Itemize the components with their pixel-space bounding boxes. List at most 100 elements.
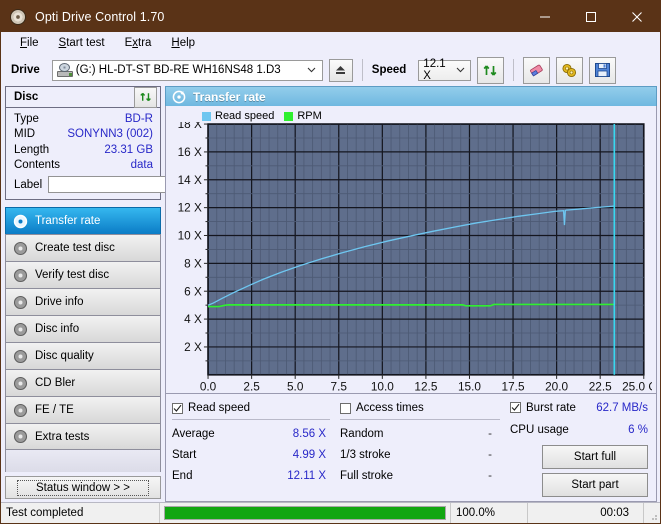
disc-panel-title: Disc <box>14 91 38 103</box>
tools-button[interactable] <box>556 57 583 84</box>
speed-select[interactable]: 12.1 X <box>418 60 471 81</box>
sidebar-item-cd-bler[interactable]: CD Bler <box>5 369 161 396</box>
disc-bler-icon <box>13 376 28 391</box>
status-window-button[interactable]: Status window > > <box>5 476 161 499</box>
refresh-icon <box>482 62 499 79</box>
x-tick-label: 7.5 <box>331 380 348 394</box>
elapsed-time: 00:03 <box>528 503 644 523</box>
window-controls <box>522 1 660 32</box>
burst-rate-label: Burst rate <box>526 402 576 414</box>
burst-rate-checkbox[interactable] <box>510 402 521 413</box>
status-message: Test completed <box>1 503 160 523</box>
main-content: Disc Type BD-R MID SONY <box>1 86 660 502</box>
menu-item-file[interactable]: File <box>11 35 48 51</box>
sidebar-item-transfer-rate[interactable]: Transfer rate <box>5 207 161 234</box>
start-part-button[interactable]: Start part <box>542 473 648 497</box>
refresh-button[interactable] <box>477 57 504 84</box>
close-icon[interactable] <box>614 1 660 32</box>
transfer-rate-header-title: Transfer rate <box>193 90 266 104</box>
access-times-column: Access times Random - 1/3 stroke - Full … <box>340 399 510 497</box>
disc-fete-icon <box>13 403 28 418</box>
stat-third-stroke-value: - <box>488 449 496 461</box>
stat-row-random: Random - <box>340 423 510 444</box>
sidebar-item-verify-test-disc[interactable]: Verify test disc <box>5 261 161 288</box>
legend-label-read-speed: Read speed <box>215 110 274 122</box>
stat-third-stroke-key: 1/3 stroke <box>340 449 391 461</box>
progress-percent: 100.0% <box>451 503 528 523</box>
x-tick-label: 0.0 <box>200 380 217 394</box>
gold-tools-icon <box>560 62 579 79</box>
y-tick-label: 8 X <box>184 256 202 270</box>
x-tick-label: 12.5 <box>414 380 437 394</box>
x-tick-label: 15.0 <box>458 380 481 394</box>
drive-select[interactable]: (G:) HL-DT-ST BD-RE WH16NS48 1.D3 <box>52 60 323 81</box>
refresh-icon <box>139 90 153 104</box>
sidebar-item-create-test-disc[interactable]: Create test disc <box>5 234 161 261</box>
sidebar-item-fe-te[interactable]: FE / TE <box>5 396 161 423</box>
toolbar-divider <box>362 59 363 81</box>
app-window: Opti Drive Control 1.70 File Start test … <box>0 0 661 524</box>
legend-swatch-read-speed <box>202 112 211 121</box>
access-times-divider <box>340 419 500 420</box>
sidebar-item-cd-bler-label: CD Bler <box>35 377 75 389</box>
access-times-label: Access times <box>356 402 424 414</box>
burst-rate-value: 62.7 MB/s <box>596 402 650 414</box>
optical-drive-icon <box>57 63 73 77</box>
x-tick-label: 25.0 GB <box>622 380 652 394</box>
read-speed-checkbox-row[interactable]: Read speed <box>172 399 340 417</box>
disc-row-length-key: Length <box>14 144 49 156</box>
maximize-icon[interactable] <box>568 1 614 32</box>
stat-cpu-usage-value: 6 % <box>628 424 648 436</box>
sidebar-item-extra-tests[interactable]: Extra tests <box>5 423 161 450</box>
save-floppy-icon <box>594 62 611 78</box>
stat-row-cpu-usage: CPU usage 6 % <box>510 420 650 440</box>
stat-row-third-stroke: 1/3 stroke - <box>340 444 510 465</box>
menu-item-extra[interactable]: Extra <box>116 35 161 51</box>
stat-start-key: Start <box>172 449 196 461</box>
sidebar-item-transfer-rate-label: Transfer rate <box>35 215 100 227</box>
stat-row-average: Average 8.56 X <box>172 423 340 444</box>
menu-item-start-test[interactable]: Start test <box>50 35 114 51</box>
sidebar-item-drive-info[interactable]: Drive info <box>5 288 161 315</box>
graph-container: Read speed RPM 2 X4 X6 X8 X10 X12 X14 X1… <box>165 106 657 394</box>
eject-button[interactable] <box>329 59 353 82</box>
start-part-button-label: Start part <box>571 479 618 491</box>
sidebar-item-create-test-disc-label: Create test disc <box>35 242 115 254</box>
x-tick-label: 5.0 <box>287 380 304 394</box>
disc-info-icon <box>13 322 28 337</box>
y-tick-label: 16 X <box>178 145 202 159</box>
stat-full-stroke-value: - <box>488 470 496 482</box>
start-full-button[interactable]: Start full <box>542 445 648 469</box>
y-tick-label: 12 X <box>178 201 202 215</box>
disc-properties: Type BD-R MID SONYNN3 (002) Length 23.31… <box>6 108 160 199</box>
read-speed-checkbox[interactable] <box>172 403 183 414</box>
disc-refresh-button[interactable] <box>134 87 157 108</box>
y-tick-label: 6 X <box>184 284 202 298</box>
disc-extra-icon <box>13 429 28 444</box>
sidebar-item-disc-quality[interactable]: Disc quality <box>5 342 161 369</box>
stat-row-start: Start 4.99 X <box>172 444 340 465</box>
disc-quality-icon <box>13 349 28 364</box>
status-window-button-label: Status window > > <box>17 480 149 496</box>
stat-random-value: - <box>488 428 496 440</box>
progress-fill <box>165 507 445 519</box>
disc-row-type-value: BD-R <box>125 113 153 125</box>
minimize-icon[interactable] <box>522 1 568 32</box>
access-times-checkbox[interactable] <box>340 403 351 414</box>
sidebar-item-disc-info[interactable]: Disc info <box>5 315 161 342</box>
access-times-checkbox-row[interactable]: Access times <box>340 399 510 417</box>
menu-item-extra-label: tra <box>138 37 151 49</box>
disc-row-mid-key: MID <box>14 128 35 140</box>
resize-grip-icon[interactable] <box>644 503 660 523</box>
legend-label-rpm: RPM <box>297 110 321 122</box>
sidebar-item-extra-tests-label: Extra tests <box>35 431 89 443</box>
stat-end-key: End <box>172 470 192 482</box>
legend-swatch-rpm <box>284 112 293 121</box>
x-tick-label: 10.0 <box>371 380 394 394</box>
y-tick-label: 2 X <box>184 340 202 354</box>
disc-row-length-value: 23.31 GB <box>104 144 153 156</box>
erase-button[interactable] <box>523 57 550 84</box>
save-button[interactable] <box>589 57 616 84</box>
menu-item-help[interactable]: Help <box>162 35 204 51</box>
speed-select-value: 12.1 X <box>421 58 452 82</box>
